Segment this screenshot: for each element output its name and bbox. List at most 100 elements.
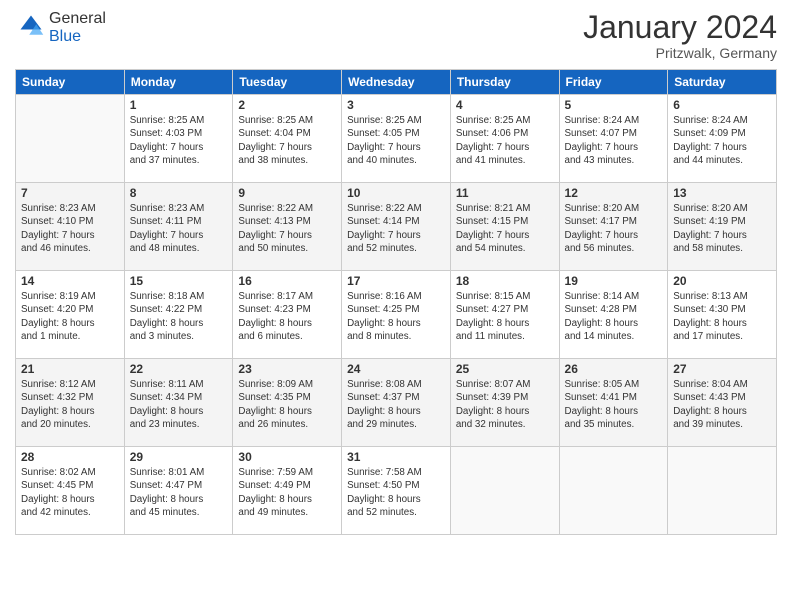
table-row: 29 Sunrise: 8:01 AMSunset: 4:47 PMDayligh… xyxy=(124,447,233,535)
table-row: 6Sunrise: 8:24 AMSunset: 4:09 PMDaylight… xyxy=(668,95,777,183)
day-number: 1 xyxy=(130,98,228,112)
cell-content: Sunrise: 7:58 AMSunset: 4:50 PMDaylight:… xyxy=(347,466,445,519)
table-row: 31 Sunrise: 7:58 AMSunset: 4:50 PMDayligh… xyxy=(342,447,451,535)
table-row: 2 Sunrise: 8:25 AMSunset: 4:04 PMDaylight… xyxy=(233,95,342,183)
cell-content: Sunrise: 8:25 AMSunset: 4:06 PMDaylight:… xyxy=(456,114,554,167)
table-row: 12 Sunrise: 8:20 AMSunset: 4:17 PMDayligh… xyxy=(559,183,668,271)
col-friday: Friday xyxy=(559,70,668,95)
logo-text: General Blue xyxy=(49,10,106,46)
day-number: 30 xyxy=(238,450,336,464)
cell-content: Sunrise: 8:07 AMSunset: 4:39 PMDaylight:… xyxy=(456,378,554,431)
table-row xyxy=(668,447,777,535)
table-row: 26Sunrise: 8:05 AMSunset: 4:41 PMDayligh… xyxy=(559,359,668,447)
cell-content: Sunrise: 8:20 AMSunset: 4:17 PMDaylight:… xyxy=(565,202,663,255)
table-row: 20 Sunrise: 8:13 AMSunset: 4:30 PMDayligh… xyxy=(668,271,777,359)
day-number: 11 xyxy=(456,186,554,200)
cell-content: Sunrise: 7:59 AMSunset: 4:49 PMDaylight:… xyxy=(238,466,336,519)
cell-content: Sunrise: 8:15 AMSunset: 4:27 PMDaylight:… xyxy=(456,290,554,343)
day-number: 12 xyxy=(565,186,663,200)
day-number: 20 xyxy=(673,274,771,288)
day-number: 10 xyxy=(347,186,445,200)
cell-content: Sunrise: 8:24 AMSunset: 4:09 PMDaylight:… xyxy=(673,114,771,167)
cell-content: Sunrise: 8:17 AMSunset: 4:23 PMDaylight:… xyxy=(238,290,336,343)
day-number: 14 xyxy=(21,274,119,288)
cell-content: Sunrise: 8:25 AMSunset: 4:04 PMDaylight:… xyxy=(238,114,336,167)
cell-content: Sunrise: 8:08 AMSunset: 4:37 PMDaylight:… xyxy=(347,378,445,431)
table-row: 1 Sunrise: 8:25 AMSunset: 4:03 PMDaylight… xyxy=(124,95,233,183)
day-number: 15 xyxy=(130,274,228,288)
cell-content: Sunrise: 8:19 AMSunset: 4:20 PMDaylight:… xyxy=(21,290,119,343)
table-row: 13Sunrise: 8:20 AMSunset: 4:19 PMDayligh… xyxy=(668,183,777,271)
calendar-week-row: 21 Sunrise: 8:12 AMSunset: 4:32 PMDayligh… xyxy=(16,359,777,447)
cell-content: Sunrise: 8:25 AMSunset: 4:03 PMDaylight:… xyxy=(130,114,228,167)
table-row: 28 Sunrise: 8:02 AMSunset: 4:45 PMDayligh… xyxy=(16,447,125,535)
calendar-week-row: 14 Sunrise: 8:19 AMSunset: 4:20 PMDayligh… xyxy=(16,271,777,359)
table-row: 8 Sunrise: 8:23 AMSunset: 4:11 PMDaylight… xyxy=(124,183,233,271)
day-number: 8 xyxy=(130,186,228,200)
table-row: 17 Sunrise: 8:16 AMSunset: 4:25 PMDayligh… xyxy=(342,271,451,359)
location: Pritzwalk, Germany xyxy=(583,45,777,61)
table-row: 14 Sunrise: 8:19 AMSunset: 4:20 PMDayligh… xyxy=(16,271,125,359)
calendar: Sunday Monday Tuesday Wednesday Thursday… xyxy=(15,69,777,535)
cell-content: Sunrise: 8:24 AMSunset: 4:07 PMDaylight:… xyxy=(565,114,663,167)
day-number: 7 xyxy=(21,186,119,200)
cell-content: Sunrise: 8:04 AMSunset: 4:43 PMDaylight:… xyxy=(673,378,771,431)
table-row: 21 Sunrise: 8:12 AMSunset: 4:32 PMDayligh… xyxy=(16,359,125,447)
day-number: 22 xyxy=(130,362,228,376)
table-row: 15 Sunrise: 8:18 AMSunset: 4:22 PMDayligh… xyxy=(124,271,233,359)
table-row: 19Sunrise: 8:14 AMSunset: 4:28 PMDayligh… xyxy=(559,271,668,359)
day-number: 28 xyxy=(21,450,119,464)
cell-content: Sunrise: 8:25 AMSunset: 4:05 PMDaylight:… xyxy=(347,114,445,167)
cell-content: Sunrise: 8:22 AMSunset: 4:13 PMDaylight:… xyxy=(238,202,336,255)
cell-content: Sunrise: 8:18 AMSunset: 4:22 PMDaylight:… xyxy=(130,290,228,343)
month-title: January 2024 xyxy=(583,10,777,45)
day-number: 16 xyxy=(238,274,336,288)
col-monday: Monday xyxy=(124,70,233,95)
cell-content: Sunrise: 8:16 AMSunset: 4:25 PMDaylight:… xyxy=(347,290,445,343)
table-row: 24 Sunrise: 8:08 AMSunset: 4:37 PMDayligh… xyxy=(342,359,451,447)
table-row xyxy=(559,447,668,535)
table-row: 25Sunrise: 8:07 AMSunset: 4:39 PMDayligh… xyxy=(450,359,559,447)
cell-content: Sunrise: 8:23 AMSunset: 4:11 PMDaylight:… xyxy=(130,202,228,255)
day-number: 17 xyxy=(347,274,445,288)
table-row: 22Sunrise: 8:11 AMSunset: 4:34 PMDayligh… xyxy=(124,359,233,447)
cell-content: Sunrise: 8:02 AMSunset: 4:45 PMDaylight:… xyxy=(21,466,119,519)
table-row: 9 Sunrise: 8:22 AMSunset: 4:13 PMDaylight… xyxy=(233,183,342,271)
table-row: 3 Sunrise: 8:25 AMSunset: 4:05 PMDaylight… xyxy=(342,95,451,183)
day-number: 2 xyxy=(238,98,336,112)
cell-content: Sunrise: 8:14 AMSunset: 4:28 PMDaylight:… xyxy=(565,290,663,343)
day-number: 31 xyxy=(347,450,445,464)
logo-general: General xyxy=(49,10,106,27)
page: General Blue January 2024 Pritzwalk, Ger… xyxy=(0,0,792,612)
day-number: 23 xyxy=(238,362,336,376)
day-number: 5 xyxy=(565,98,663,112)
calendar-week-row: 1 Sunrise: 8:25 AMSunset: 4:03 PMDaylight… xyxy=(16,95,777,183)
table-row: 10Sunrise: 8:22 AMSunset: 4:14 PMDayligh… xyxy=(342,183,451,271)
day-number: 3 xyxy=(347,98,445,112)
cell-content: Sunrise: 8:05 AMSunset: 4:41 PMDaylight:… xyxy=(565,378,663,431)
cell-content: Sunrise: 8:01 AMSunset: 4:47 PMDaylight:… xyxy=(130,466,228,519)
day-number: 29 xyxy=(130,450,228,464)
col-saturday: Saturday xyxy=(668,70,777,95)
col-sunday: Sunday xyxy=(16,70,125,95)
table-row: 23 Sunrise: 8:09 AMSunset: 4:35 PMDayligh… xyxy=(233,359,342,447)
logo-icon xyxy=(17,12,45,40)
cell-content: Sunrise: 8:09 AMSunset: 4:35 PMDaylight:… xyxy=(238,378,336,431)
col-tuesday: Tuesday xyxy=(233,70,342,95)
day-number: 9 xyxy=(238,186,336,200)
day-number: 24 xyxy=(347,362,445,376)
day-number: 27 xyxy=(673,362,771,376)
day-number: 4 xyxy=(456,98,554,112)
cell-content: Sunrise: 8:21 AMSunset: 4:15 PMDaylight:… xyxy=(456,202,554,255)
logo: General Blue xyxy=(15,10,106,46)
cell-content: Sunrise: 8:12 AMSunset: 4:32 PMDaylight:… xyxy=(21,378,119,431)
table-row: 27 Sunrise: 8:04 AMSunset: 4:43 PMDayligh… xyxy=(668,359,777,447)
table-row: 30 Sunrise: 7:59 AMSunset: 4:49 PMDayligh… xyxy=(233,447,342,535)
calendar-week-row: 7Sunrise: 8:23 AMSunset: 4:10 PMDaylight… xyxy=(16,183,777,271)
table-row: 18Sunrise: 8:15 AMSunset: 4:27 PMDayligh… xyxy=(450,271,559,359)
cell-content: Sunrise: 8:13 AMSunset: 4:30 PMDaylight:… xyxy=(673,290,771,343)
day-number: 21 xyxy=(21,362,119,376)
table-row xyxy=(16,95,125,183)
table-row: 4 Sunrise: 8:25 AMSunset: 4:06 PMDaylight… xyxy=(450,95,559,183)
table-row xyxy=(450,447,559,535)
